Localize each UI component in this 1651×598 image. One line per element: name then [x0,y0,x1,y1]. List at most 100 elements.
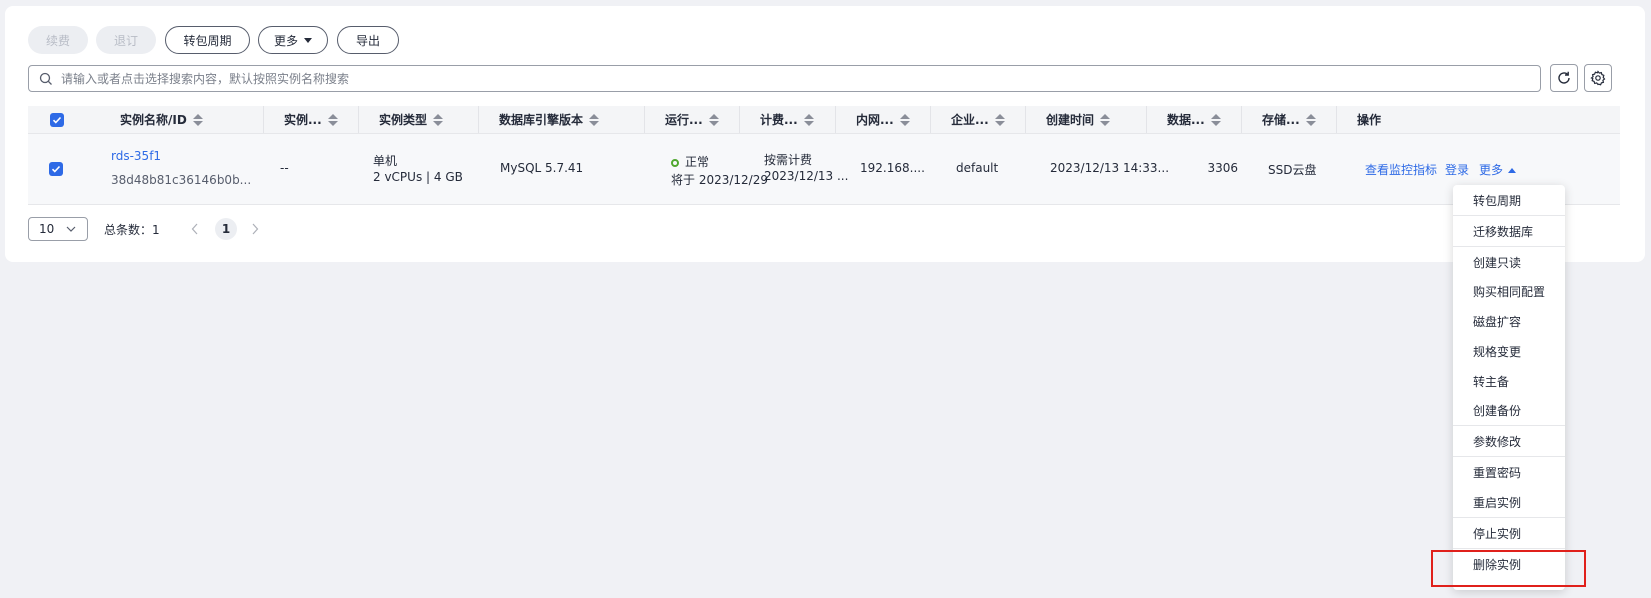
page-size-select[interactable]: 10 [28,217,88,241]
billing-mode: 按需计费 [764,153,813,167]
column-header-label: 创建时间 [1046,113,1095,127]
view-monitoring-link[interactable]: 查看监控指标 [1365,161,1437,178]
status-text: 正常 [685,155,710,169]
column-header-label: 计费... [760,113,798,127]
menu-item-stop-instance[interactable]: 停止实例 [1453,518,1565,548]
sort-icon[interactable] [1305,113,1316,126]
search-input[interactable] [59,70,1540,87]
column-header-label: 实例类型 [379,113,428,127]
chevron-down-icon [66,226,76,232]
column-header-label: 存储... [1262,113,1300,127]
sort-icon[interactable] [994,113,1005,126]
instance-type-spec: 2 vCPUs | 4 GB [373,170,463,184]
menu-item-to-subscription[interactable]: 转包周期 [1453,185,1565,215]
header-select-all [28,106,86,133]
column-header-enterprise-project[interactable]: 企业... [930,106,1026,133]
login-link[interactable]: 登录 [1445,161,1469,178]
sort-icon[interactable] [899,113,910,126]
column-header-created[interactable]: 创建时间 [1025,106,1147,133]
more-actions-menu: 转包周期 迁移数据库 创建只读 购买相同配置 磁盘扩容 规格变更 转主备 创建备… [1453,185,1565,590]
menu-item-reset-password[interactable]: 重置密码 [1453,457,1565,487]
table-row[interactable]: rds-35f1 38d48b81c36146b0b... -- 单机 2 vC… [28,134,1620,205]
check-icon [51,165,61,173]
column-header-label: 企业... [951,113,989,127]
column-header-port[interactable]: 数据... [1146,106,1242,133]
menu-item-migrate-database[interactable]: 迁移数据库 [1453,216,1565,246]
refresh-button[interactable] [1550,64,1578,92]
more-button-label: 更多 [273,33,298,48]
menu-item-create-backup[interactable]: 创建备份 [1453,395,1565,425]
sort-icon[interactable] [327,113,338,126]
renew-button[interactable]: 续费 [28,26,88,54]
column-header-name-id[interactable]: 实例名称/ID [120,106,264,133]
row-more-link[interactable]: 更多 [1479,161,1517,178]
refresh-icon [1558,71,1570,84]
column-header-billing[interactable]: 计费... [739,106,836,133]
column-header-description[interactable]: 实例... [263,106,359,133]
column-header-storage[interactable]: 存储... [1241,106,1337,133]
total-count: 总条数：1 [104,221,160,238]
sort-icon[interactable] [589,113,600,126]
chevron-up-icon [1508,168,1517,173]
column-header-label: 数据... [1167,113,1205,127]
renew-button-label: 续费 [45,33,70,48]
unsubscribe-button-label: 退订 [113,33,138,48]
sort-icon[interactable] [708,113,719,126]
row-more-label: 更多 [1479,163,1504,177]
storage-type: SSD云盘 [1268,163,1317,177]
menu-item-create-read-replica[interactable]: 创建只读 [1453,247,1565,277]
chevron-right-icon[interactable] [251,223,259,235]
column-header-label: 数据库引擎版本 [499,113,584,127]
engine-version: MySQL 5.7.41 [500,161,584,175]
menu-item-convert-to-ha[interactable]: 转主备 [1453,366,1565,396]
chevron-down-icon [304,37,312,43]
chevron-left-icon[interactable] [191,223,199,235]
status-ok-icon [671,159,679,167]
more-dropdown-button[interactable]: 更多 [258,26,328,54]
instance-id: 38d48b81c36146b0b... [111,173,252,187]
column-header-label: 实例... [284,113,322,127]
column-header-actions: 操作 [1336,106,1620,133]
column-header-private-ip[interactable]: 内网... [835,106,931,133]
column-header-label: 操作 [1357,113,1382,127]
settings-button[interactable] [1584,64,1612,92]
status-subtext: 将于 2023/12/29 [671,173,768,187]
instance-description: -- [280,161,289,175]
row-checkbox[interactable] [49,162,63,176]
page-size-value: 10 [39,222,55,236]
export-button-label: 导出 [355,33,380,48]
menu-item-buy-same-config[interactable]: 购买相同配置 [1453,276,1565,306]
column-header-label: 内网... [856,113,894,127]
export-button[interactable]: 导出 [337,26,399,54]
total-label: 总条数： [104,223,153,237]
status-cell: 正常 [671,153,709,170]
menu-item-scale-storage[interactable]: 磁盘扩容 [1453,306,1565,336]
check-icon [52,116,62,124]
sort-icon[interactable] [192,113,203,126]
menu-item-modify-parameters[interactable]: 参数修改 [1453,426,1565,456]
private-ip: 192.168.... [860,161,925,175]
delete-instance-highlight-box [1431,550,1586,587]
column-header-status[interactable]: 运行... [644,106,740,133]
menu-item-change-spec[interactable]: 规格变更 [1453,336,1565,366]
to-subscription-button-label: 转包周期 [183,33,232,48]
instance-name-link[interactable]: rds-35f1 [111,149,161,163]
to-subscription-button[interactable]: 转包周期 [165,26,250,54]
search-icon [39,72,52,85]
column-header-type[interactable]: 实例类型 [358,106,479,133]
gear-icon [1590,70,1606,86]
sort-icon[interactable] [433,113,444,126]
enterprise-project: default [956,161,999,175]
search-bar[interactable] [28,65,1541,92]
menu-item-restart-instance[interactable]: 重启实例 [1453,487,1565,517]
unsubscribe-button[interactable]: 退订 [96,26,156,54]
sort-icon[interactable] [803,113,814,126]
column-header-engine[interactable]: 数据库引擎版本 [478,106,645,133]
select-all-checkbox[interactable] [50,112,64,127]
sort-icon[interactable] [1100,113,1111,126]
sort-icon[interactable] [1210,113,1221,126]
page-number-current[interactable]: 1 [215,218,237,240]
total-value: 1 [152,223,160,237]
column-header-label: 实例名称/ID [120,113,187,127]
column-header-label: 运行... [665,113,703,127]
